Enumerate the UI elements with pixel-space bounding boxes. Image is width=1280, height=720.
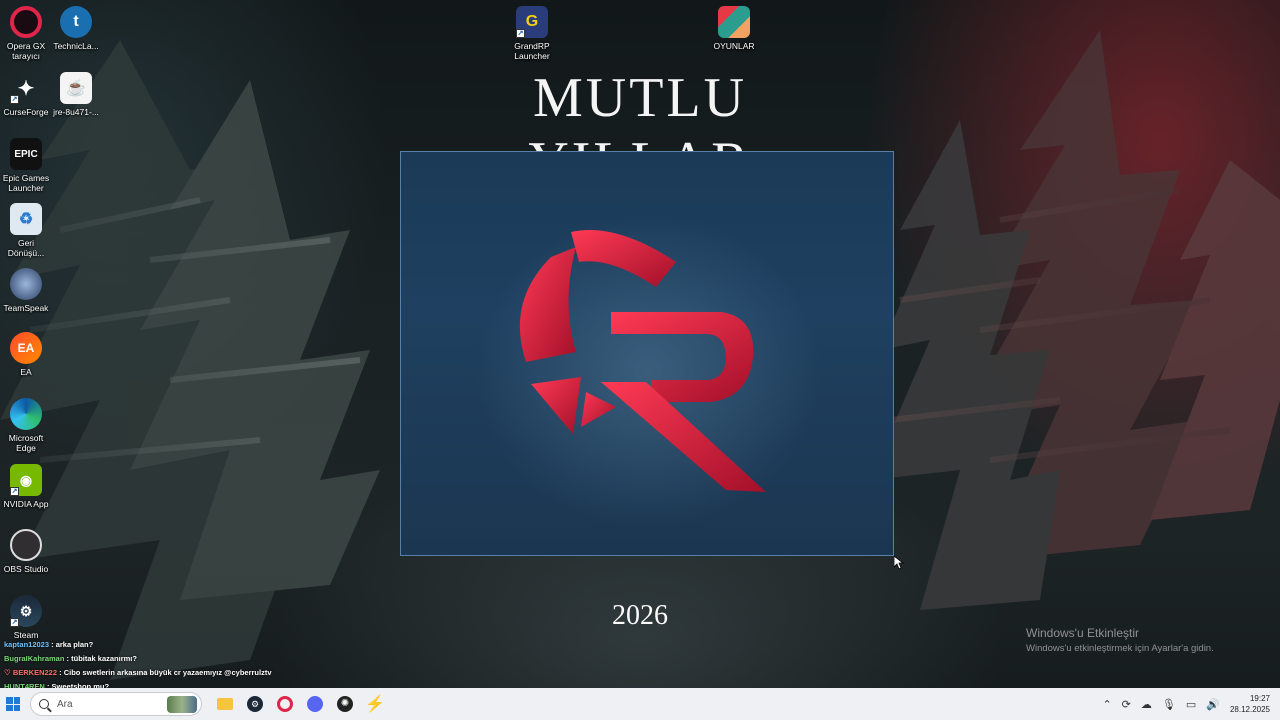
windows-activation-watermark: Windows'u Etkinleştir Windows'u etkinleş… (1026, 626, 1214, 654)
activation-subtext: Windows'u etkinleştirmek için Ayarlar'a … (1026, 643, 1214, 654)
heart-icon: ♡ (4, 668, 11, 677)
steam-icon: ⚙ (247, 696, 263, 712)
recycle-bin-icon: ♻ (10, 203, 42, 235)
desktop-icon-label: CurseForge (3, 107, 49, 117)
taskbar: Ara ⚙ ✺ ⚡ ⌃ ⟳ ☁ 🎙 ▭ 🔊 19:27 28.12.2025 (0, 688, 1280, 720)
search-icon (39, 699, 49, 709)
chevron-up-icon[interactable]: ⌃ (1102, 698, 1111, 711)
opera-gx-icon (10, 6, 42, 38)
taskbar-steam[interactable]: ⚙ (240, 689, 270, 719)
chat-text: : tübitak kazanırmı? (66, 654, 137, 663)
file-explorer-icon (217, 698, 233, 710)
desktop-icon-label: Microsoft Edge (8, 433, 44, 453)
java-installer-icon: ☕ (60, 72, 92, 104)
desktop-icon-recycle-bin[interactable]: ♻ Geri Dönüşü... (0, 203, 52, 258)
system-tray: ⌃ ⟳ ☁ 🎙 ▭ 🔊 19:27 28.12.2025 (1102, 693, 1280, 715)
folder-games-icon (718, 6, 750, 38)
chat-username: BugraIKahraman (4, 654, 65, 663)
sync-icon[interactable]: ⟳ (1122, 698, 1131, 711)
stream-chat-overlay: kaptan12023 : arka plan? BugraIKahraman … (4, 638, 304, 694)
desktop-icon-jre[interactable]: ☕ jre-8u471-... (50, 72, 102, 117)
desktop-icon-label: Opera GX tarayıcı (6, 41, 46, 61)
desktop-icon-opera-gx[interactable]: Opera GX tarayıcı (0, 6, 52, 61)
clock-date: 28.12.2025 (1229, 705, 1270, 714)
grandrp-logo (519, 230, 766, 492)
search-placeholder: Ara (57, 698, 73, 710)
desktop-icon-obs[interactable]: OBS Studio (0, 529, 52, 574)
volume-icon[interactable]: 🔊 (1206, 698, 1220, 711)
desktop-icon-ea[interactable]: EA EA (0, 332, 52, 377)
clock-time: 19:27 (1249, 694, 1270, 703)
desktop-icon-steam[interactable]: ⚙ ↗ Steam (0, 595, 52, 640)
curseforge-icon: ✦ ↗ (10, 77, 35, 104)
chat-text: : Cibo swetlerin arkasına büyük cr yazae… (59, 668, 272, 677)
desktop-icon-oyunlar[interactable]: OYUNLAR (708, 6, 760, 51)
discord-icon (307, 696, 323, 712)
search-highlight-image (167, 696, 197, 713)
desktop-icon-epic[interactable]: EPIC Epic Games Launcher (0, 138, 52, 193)
nvidia-icon: ◉ ↗ (10, 464, 42, 496)
chat-username: kaptan12023 (4, 640, 50, 649)
desktop-icon-label: OBS Studio (3, 564, 49, 574)
taskbar-chatgpt[interactable]: ✺ (330, 689, 360, 719)
chat-text: : arka plan? (51, 640, 94, 649)
chat-message: ♡ BERKEN222 : Cibo swetlerin arkasına bü… (4, 666, 304, 680)
chat-message: BugraIKahraman : tübitak kazanırmı? (4, 652, 304, 666)
network-icon[interactable]: ▭ (1186, 698, 1196, 711)
taskbar-opera-gx[interactable] (270, 689, 300, 719)
obs-icon (10, 529, 42, 561)
desktop-icon-technic[interactable]: t TechnicLa... (50, 6, 102, 51)
edge-icon (10, 398, 42, 430)
taskbar-bolt-app[interactable]: ⚡ (360, 689, 390, 719)
desktop-icon-grandrp-launcher[interactable]: G ↗ GrandRP Launcher (506, 6, 558, 61)
wallpaper-year: 2026 (612, 600, 668, 631)
bolt-app-icon: ⚡ (365, 696, 385, 713)
opera-gx-icon (277, 696, 293, 712)
taskbar-clock[interactable]: 19:27 28.12.2025 (1230, 693, 1270, 715)
desktop-icon-label: TeamSpeak (3, 303, 49, 313)
grandrp-launcher-icon: G ↗ (516, 6, 548, 38)
desktop-icon-label: Epic Games Launcher (2, 173, 50, 193)
taskbar-file-explorer[interactable] (210, 689, 240, 719)
desktop-icon-label: GrandRP Launcher (514, 41, 550, 61)
desktop-icon-label: EA (20, 367, 32, 377)
wallpaper-logo-panel (400, 151, 894, 556)
epic-games-icon: EPIC (10, 138, 42, 170)
windows-logo-icon (6, 697, 13, 704)
chatgpt-icon: ✺ (337, 696, 353, 712)
desktop-icon-label: jre-8u471-... (53, 107, 99, 117)
desktop-icon-teamspeak[interactable]: TeamSpeak (0, 268, 52, 313)
desktop-icon-label: Geri Dönüşü... (7, 238, 45, 258)
chat-username: BERKEN222 (12, 668, 58, 677)
desktop-icon-edge[interactable]: Microsoft Edge (0, 398, 52, 453)
mouse-cursor-icon (894, 556, 904, 570)
desktop-icon-label: TechnicLa... (53, 41, 99, 51)
teamspeak-icon (10, 268, 42, 300)
ea-icon: EA (10, 332, 42, 364)
taskbar-search-box[interactable]: Ara (30, 692, 202, 716)
technic-launcher-icon: t (60, 6, 92, 38)
desktop-icon-nvidia[interactable]: ◉ ↗ NVIDIA App (0, 464, 52, 509)
microphone-icon[interactable]: 🎙 (1162, 698, 1176, 711)
cloud-icon[interactable]: ☁ (1141, 698, 1152, 711)
start-button[interactable] (6, 697, 20, 711)
desktop-icon-label: NVIDIA App (3, 499, 49, 509)
taskbar-discord[interactable] (300, 689, 330, 719)
desktop-icon-curseforge[interactable]: ✦ ↗ CurseForge (0, 72, 52, 118)
steam-icon: ⚙ ↗ (10, 595, 42, 627)
desktop-icon-label: OYUNLAR (713, 41, 755, 51)
activation-heading: Windows'u Etkinleştir (1026, 626, 1139, 640)
chat-message: kaptan12023 : arka plan? (4, 638, 304, 652)
